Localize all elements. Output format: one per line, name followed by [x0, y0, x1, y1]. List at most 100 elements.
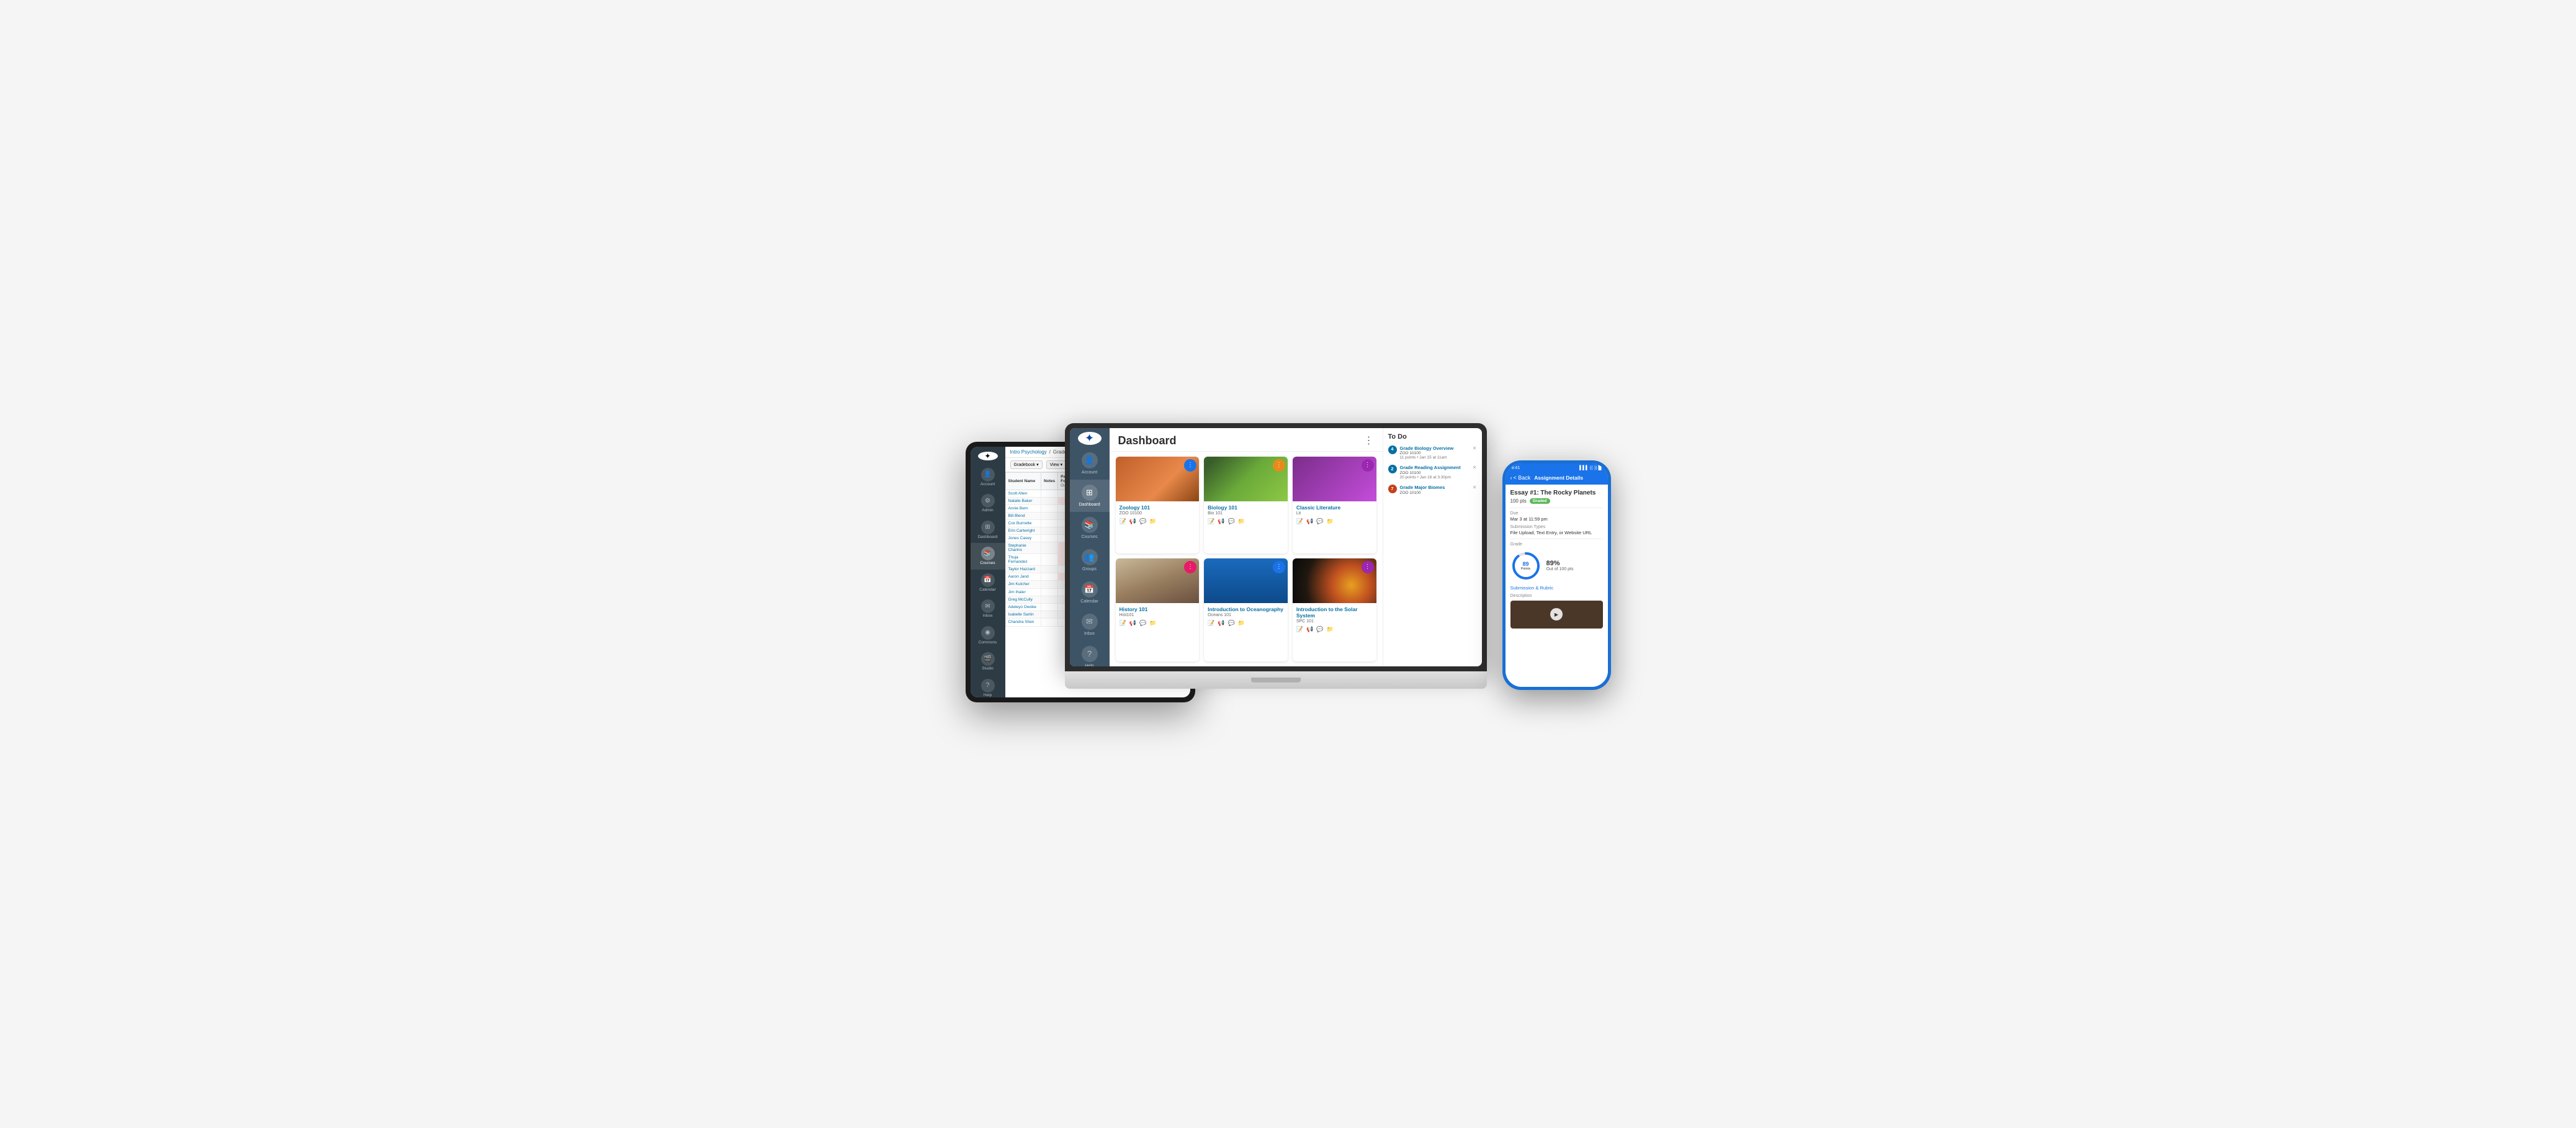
action-icon[interactable]: 📢 — [1129, 620, 1136, 627]
student-name-cell[interactable]: Taylor Hazzard — [1005, 565, 1041, 573]
laptop-nav-dashboard[interactable]: ⊞ Dashboard — [1070, 480, 1110, 512]
action-icon[interactable]: 💬 — [1228, 620, 1235, 627]
student-name-cell[interactable]: Stephanie Charins — [1005, 542, 1041, 553]
scene: ✦ 👤 Account ⚙ Admin ⊞ Dashboard 📚 Course… — [966, 423, 1611, 705]
action-icon[interactable]: 📁 — [1326, 626, 1333, 633]
action-icon[interactable]: 📁 — [1326, 518, 1333, 525]
course-card-solar[interactable]: ⋮ Introduction to the Solar SystemSPC 101… — [1293, 558, 1376, 661]
card-menu-btn-hist[interactable]: ⋮ — [1184, 561, 1196, 573]
grade-pct-sub: Out of 100 pts — [1546, 567, 1574, 571]
action-icon[interactable]: 💬 — [1139, 620, 1146, 627]
todo-item-number: 4 — [1388, 445, 1397, 454]
todo-item-close-btn[interactable]: ✕ — [1473, 445, 1477, 460]
video-thumbnail[interactable]: ▶ — [1510, 601, 1603, 629]
tablet-nav-calendar[interactable]: 📅 Calendar — [971, 570, 1005, 596]
student-name-cell[interactable]: Annie Bern — [1005, 504, 1041, 512]
student-name-cell[interactable]: Greg McCully — [1005, 596, 1041, 603]
student-name-cell[interactable]: Jim Ihaler — [1005, 588, 1041, 596]
action-icon[interactable]: 💬 — [1139, 518, 1146, 525]
col-student-name: Student Name — [1005, 472, 1041, 490]
breadcrumb-course-link[interactable]: Intro Psychology — [1010, 449, 1047, 455]
play-button[interactable]: ▶ — [1550, 608, 1563, 620]
student-name-cell[interactable]: Scott Allen — [1005, 490, 1041, 497]
student-name-cell[interactable]: Adeleyo Owoke — [1005, 603, 1041, 611]
laptop-nav-courses[interactable]: 📚 Courses — [1070, 512, 1110, 544]
card-menu-btn-ocean[interactable]: ⋮ — [1273, 561, 1285, 573]
action-icon[interactable]: 📢 — [1218, 620, 1224, 627]
tablet-courses-icon: 📚 — [981, 547, 995, 560]
tablet-nav-account[interactable]: 👤 Account — [971, 464, 1005, 491]
action-icon[interactable]: 📝 — [1296, 626, 1303, 633]
action-icon[interactable]: 📝 — [1120, 620, 1126, 627]
more-options-btn[interactable]: ⋮ — [1364, 434, 1374, 447]
tablet-nav-studio[interactable]: 🎬 Studio — [971, 648, 1005, 675]
action-icon[interactable]: 💬 — [1228, 518, 1235, 525]
notes-cell — [1041, 603, 1058, 611]
card-menu-btn-bio[interactable]: ⋮ — [1273, 459, 1285, 472]
course-card-bio[interactable]: ⋮Biology 101Bio 101📝📢💬📁 — [1204, 457, 1288, 553]
action-icon[interactable]: 📝 — [1120, 518, 1126, 525]
todo-item-close-btn[interactable]: ✕ — [1473, 485, 1477, 495]
student-name-cell[interactable]: Natalie Baker — [1005, 497, 1041, 504]
student-name-cell[interactable]: Thuja Fernandez — [1005, 553, 1041, 565]
student-name-cell[interactable]: Isabelle Sartin — [1005, 611, 1041, 618]
courses-grid: ⋮Zoology 101ZOO 10100📝📢💬📁⋮Biology 101Bio… — [1110, 452, 1383, 666]
todo-item-points: 20 points • Jan 18 at 3:30pm — [1400, 475, 1470, 480]
tablet-nav-admin[interactable]: ⚙ Admin — [971, 490, 1005, 517]
view-btn[interactable]: View ▾ — [1046, 460, 1067, 469]
action-icon[interactable]: 📁 — [1238, 518, 1245, 525]
todo-item-title[interactable]: Grade Biology Overview — [1400, 445, 1470, 452]
todo-item-title[interactable]: Grade Reading Assignment — [1400, 465, 1470, 471]
laptop-groups-label: Groups — [1082, 567, 1097, 571]
phone-nav-bar: ‹ < Back Assignment Details — [1506, 472, 1608, 485]
card-menu-btn-lit[interactable]: ⋮ — [1362, 459, 1374, 472]
student-name-cell[interactable]: Erin Cartwright — [1005, 527, 1041, 534]
action-icon[interactable]: 💬 — [1316, 518, 1323, 525]
card-menu-btn-zoo[interactable]: ⋮ — [1184, 459, 1196, 472]
notes-cell — [1041, 588, 1058, 596]
todo-item-close-btn[interactable]: ✕ — [1473, 465, 1477, 480]
action-icon[interactable]: 📢 — [1218, 518, 1224, 525]
laptop-nav-help[interactable]: ? Help — [1079, 641, 1100, 666]
laptop-nav-inbox[interactable]: ✉ Inbox — [1070, 609, 1110, 641]
todo-item-title[interactable]: Grade Major Biomes — [1400, 485, 1470, 491]
student-name-cell[interactable]: Chandra Shen — [1005, 618, 1041, 626]
laptop-camera-notch — [1251, 678, 1301, 683]
gradebook-btn[interactable]: Gradebook ▾ — [1010, 460, 1043, 469]
action-icon[interactable]: 📁 — [1149, 620, 1156, 627]
student-name-cell[interactable]: Aaron Jand — [1005, 573, 1041, 580]
student-name-cell[interactable]: Jim Kutcher — [1005, 580, 1041, 588]
action-icon[interactable]: 📢 — [1306, 626, 1313, 633]
student-name-cell[interactable]: Cox Burnette — [1005, 519, 1041, 527]
todo-item-info: Grade Biology OverviewZOO 1010011 points… — [1400, 445, 1470, 460]
course-card-zoo[interactable]: ⋮Zoology 101ZOO 10100📝📢💬📁 — [1116, 457, 1200, 553]
tablet-nav-inbox[interactable]: ✉ Inbox — [971, 596, 1005, 622]
tablet-nav-courses[interactable]: 📚 Courses — [971, 543, 1005, 570]
action-icon[interactable]: 📝 — [1296, 518, 1303, 525]
action-icon[interactable]: 💬 — [1316, 626, 1323, 633]
tablet-account-label: Account — [981, 483, 995, 487]
laptop-nav-groups[interactable]: 👥 Groups — [1070, 544, 1110, 576]
action-icon[interactable]: 📢 — [1306, 518, 1313, 525]
course-title-solar: Introduction to the Solar System — [1296, 606, 1373, 619]
student-name-cell[interactable]: Bill Blend — [1005, 512, 1041, 519]
action-icon[interactable]: 📢 — [1129, 518, 1136, 525]
laptop-nav-account[interactable]: 👤 Account — [1070, 447, 1110, 480]
laptop-nav-calendar[interactable]: 📅 Calendar — [1070, 576, 1110, 609]
student-name-cell[interactable]: Jones Casey — [1005, 534, 1041, 542]
tablet-nav-help[interactable]: ? Help — [971, 675, 1005, 697]
action-icon[interactable]: 📝 — [1208, 518, 1214, 525]
course-code-zoo: ZOO 10100 — [1120, 511, 1196, 516]
action-icon[interactable]: 📁 — [1149, 518, 1156, 525]
course-card-lit[interactable]: ⋮Classic LiteratureLit📝📢💬📁 — [1293, 457, 1376, 553]
rubric-link[interactable]: Submission & Rubric — [1510, 585, 1603, 591]
course-card-hist[interactable]: ⋮History 101Hist101📝📢💬📁 — [1116, 558, 1200, 661]
action-icon[interactable]: 📁 — [1238, 620, 1245, 627]
action-icon[interactable]: 📝 — [1208, 620, 1214, 627]
tablet-nav-commons[interactable]: ◉ Commons — [971, 622, 1005, 649]
card-menu-btn-solar[interactable]: ⋮ — [1362, 561, 1374, 573]
course-card-ocean[interactable]: ⋮Introduction to OceanographyOceans 101📝… — [1204, 558, 1288, 661]
tablet-nav-dashboard[interactable]: ⊞ Dashboard — [971, 517, 1005, 544]
phone-back-btn[interactable]: ‹ < Back — [1510, 475, 1531, 481]
course-code-solar: SPC 101 — [1296, 619, 1373, 624]
